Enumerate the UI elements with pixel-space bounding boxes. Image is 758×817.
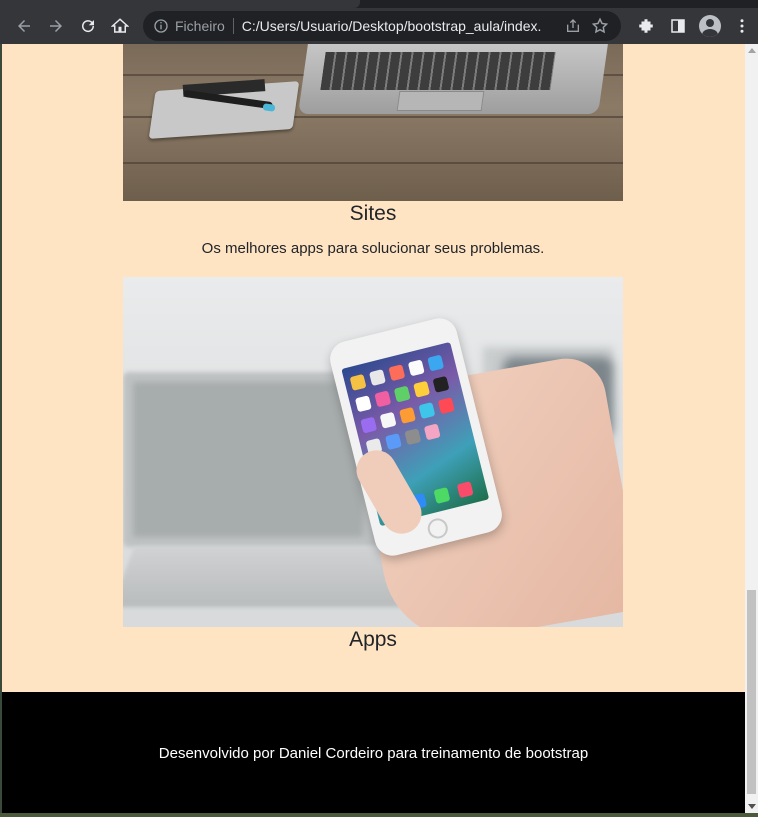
footer-text: Desenvolvido por Daniel Cordeiro para tr… <box>158 745 589 762</box>
profile-button[interactable] <box>694 10 726 42</box>
menu-icon[interactable] <box>726 10 758 42</box>
tab-strip <box>0 0 758 8</box>
footer: Desenvolvido por Daniel Cordeiro para tr… <box>2 692 745 813</box>
share-icon[interactable] <box>565 18 581 34</box>
active-tab[interactable] <box>0 0 360 8</box>
vertical-scrollbar[interactable] <box>745 44 758 813</box>
info-icon[interactable] <box>153 18 169 34</box>
side-panel-icon[interactable] <box>662 10 694 42</box>
home-button[interactable] <box>104 10 136 42</box>
desktop-background-strip <box>0 813 758 817</box>
back-icon <box>18 20 30 32</box>
phone-in-hand-image <box>123 277 623 627</box>
toolbar-actions <box>630 8 758 44</box>
reload-icon <box>82 20 95 33</box>
back-button[interactable] <box>8 10 40 42</box>
card-title-apps: Apps <box>349 628 397 651</box>
address-url[interactable]: C:/Users/Usuario/Desktop/bootstrap_aula/… <box>242 18 542 34</box>
laptop-desk-image <box>123 44 623 201</box>
address-bar[interactable]: Ficheiro C:/Users/Usuario/Desktop/bootst… <box>143 11 621 41</box>
extensions-icon[interactable] <box>630 10 662 42</box>
card-title-sites: Sites <box>349 202 397 225</box>
profile-icon <box>699 15 721 37</box>
forward-button[interactable] <box>40 10 72 42</box>
scroll-down-arrow-icon[interactable] <box>748 804 756 809</box>
browser-toolbar: Ficheiro C:/Users/Usuario/Desktop/bootst… <box>0 8 758 44</box>
forward-icon <box>50 20 62 32</box>
page-content: Sites Os melhores apps para solucionar s… <box>2 44 745 813</box>
home-icon <box>111 18 129 33</box>
address-separator <box>232 18 234 34</box>
reload-button[interactable] <box>72 10 104 42</box>
star-icon[interactable] <box>591 17 609 35</box>
address-scheme: Ficheiro <box>175 18 225 34</box>
card-text-sites: Os melhores apps para solucionar seus pr… <box>201 240 545 257</box>
scroll-up-arrow-icon[interactable] <box>748 48 756 53</box>
scrollbar-thumb[interactable] <box>747 590 756 794</box>
